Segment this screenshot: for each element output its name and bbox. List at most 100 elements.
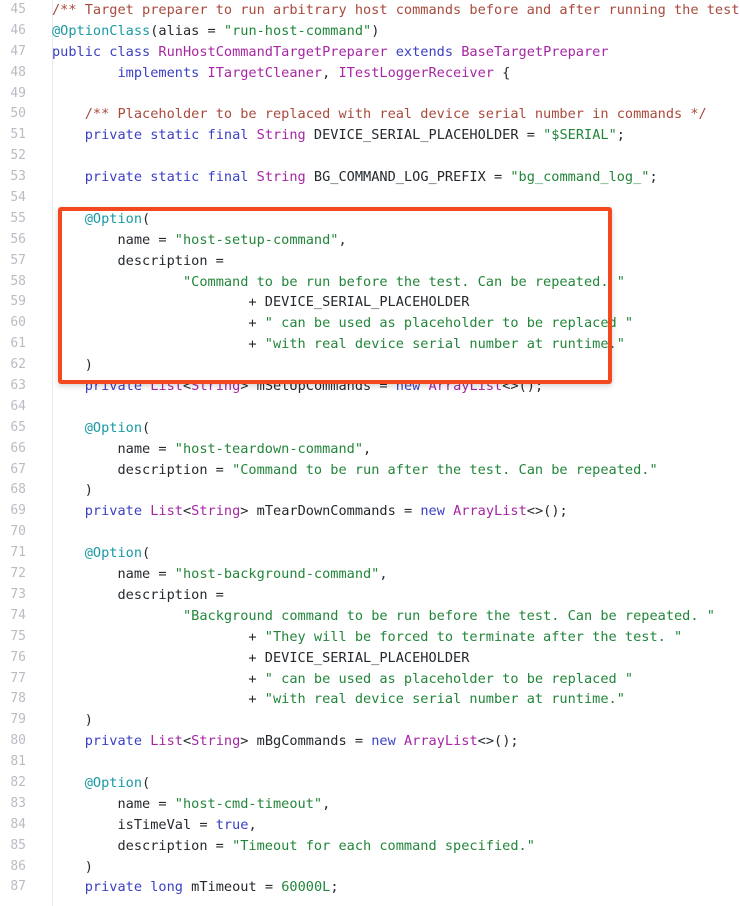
code-line[interactable]: 60 + " can be used as placeholder to be … bbox=[0, 313, 740, 334]
code-line[interactable]: 85 description = "Timeout for each comma… bbox=[0, 836, 740, 857]
code-line[interactable]: 59 + DEVICE_SERIAL_PLACEHOLDER bbox=[0, 292, 740, 313]
code-line[interactable]: 79 ) bbox=[0, 710, 740, 731]
token-pln: name = bbox=[52, 795, 175, 812]
code-line[interactable]: 61 + "with real device serial number at … bbox=[0, 334, 740, 355]
code-line[interactable]: 62 ) bbox=[0, 355, 740, 376]
code-line-text[interactable]: + "They will be forced to terminate afte… bbox=[36, 627, 740, 648]
token-pln: description = bbox=[52, 586, 224, 603]
token-com: /** Placeholder to be replaced with real… bbox=[84, 106, 707, 123]
token-str: "bg_command_log_" bbox=[510, 169, 650, 186]
line-number: 73 bbox=[10, 586, 26, 602]
code-line[interactable]: 82 @Option( bbox=[0, 773, 740, 794]
code-line-text[interactable]: isTimeVal = true, bbox=[36, 815, 740, 836]
code-line[interactable]: 64 bbox=[0, 397, 740, 418]
code-line-text[interactable]: ) bbox=[36, 857, 740, 878]
code-line-text[interactable]: description = bbox=[36, 251, 740, 272]
code-viewer[interactable]: 45 /** Target preparer to run arbitrary h… bbox=[0, 0, 740, 906]
code-line-text[interactable]: /** Target preparer to run arbitrary hos… bbox=[36, 0, 740, 21]
code-line-text[interactable]: name = "host-setup-command", bbox=[36, 230, 740, 251]
code-line-text[interactable]: private List<String> mSetUpCommands = ne… bbox=[36, 376, 740, 397]
code-line-text[interactable]: @Option( bbox=[36, 209, 740, 230]
code-line-text[interactable]: "Background command to be run before the… bbox=[36, 606, 740, 627]
code-line[interactable]: 51 private static final String DEVICE_SE… bbox=[0, 125, 740, 146]
token-pln bbox=[52, 775, 85, 791]
code-line[interactable]: 48 implements ITargetCleaner, ITestLogge… bbox=[0, 63, 740, 84]
code-line[interactable]: 45 /** Target preparer to run arbitrary h… bbox=[0, 0, 740, 21]
code-line[interactable]: 86 ) bbox=[0, 857, 740, 878]
code-line[interactable]: 57 description = bbox=[0, 251, 740, 272]
code-line[interactable]: 75 + "They will be forced to terminate a… bbox=[0, 627, 740, 648]
code-line[interactable]: 49 bbox=[0, 84, 740, 105]
code-line[interactable]: 68 ) bbox=[0, 480, 740, 501]
code-line[interactable]: 81 bbox=[0, 752, 740, 773]
code-line[interactable]: 67 description = "Command to be run afte… bbox=[0, 460, 740, 481]
token-pln: ( bbox=[142, 774, 151, 791]
code-line[interactable]: 54 bbox=[0, 188, 740, 209]
code-line-text[interactable]: implements ITargetCleaner, ITestLoggerRe… bbox=[36, 63, 740, 84]
code-line-text[interactable]: private static final String DEVICE_SERIA… bbox=[36, 125, 740, 146]
code-line-text[interactable]: ) bbox=[36, 480, 740, 501]
token-pln bbox=[396, 733, 404, 749]
code-line-text[interactable]: @Option( bbox=[36, 543, 740, 564]
code-line[interactable]: 50 /** Placeholder to be replaced with r… bbox=[0, 104, 740, 125]
code-line[interactable]: 78 + "with real device serial number at … bbox=[0, 689, 740, 710]
line-number: 77 bbox=[10, 670, 26, 686]
code-line-text[interactable]: + "with real device serial number at run… bbox=[36, 334, 740, 355]
code-line[interactable]: 84 isTimeVal = true, bbox=[0, 815, 740, 836]
code-line-text[interactable]: "Command to be run before the test. Can … bbox=[36, 272, 740, 293]
code-line[interactable]: 87 private long mTimeout = 60000L; bbox=[0, 877, 740, 898]
code-line[interactable]: 53 private static final String BG_COMMAN… bbox=[0, 167, 740, 188]
token-str: "run-host-command" bbox=[223, 22, 372, 39]
code-line[interactable]: 76 + DEVICE_SERIAL_PLACEHOLDER bbox=[0, 648, 740, 669]
code-line[interactable]: 52 bbox=[0, 146, 740, 167]
code-line[interactable]: 65 @Option( bbox=[0, 418, 740, 439]
code-line[interactable]: 71 @Option( bbox=[0, 543, 740, 564]
code-line-text[interactable]: @OptionClass(alias = "run-host-command") bbox=[36, 21, 740, 42]
code-line-text[interactable]: ) bbox=[36, 355, 740, 376]
token-pln bbox=[52, 545, 85, 561]
code-line-text[interactable]: private long mTimeout = 60000L; bbox=[36, 877, 740, 898]
code-line-text[interactable]: name = "host-teardown-command", bbox=[36, 439, 740, 460]
code-line-text[interactable]: name = "host-cmd-timeout", bbox=[36, 794, 740, 815]
code-line-text[interactable]: private List<String> mBgCommands = new A… bbox=[36, 731, 740, 752]
code-line-text[interactable]: description = bbox=[36, 585, 740, 606]
token-pln bbox=[52, 65, 117, 81]
code-line[interactable]: 69 private List<String> mTearDownCommand… bbox=[0, 501, 740, 522]
code-line[interactable]: 72 name = "host-background-command", bbox=[0, 564, 740, 585]
code-line[interactable]: 73 description = bbox=[0, 585, 740, 606]
line-number: 69 bbox=[10, 503, 26, 519]
code-line[interactable]: 47 public class RunHostCommandTargetPrepa… bbox=[0, 42, 740, 63]
code-line[interactable]: 80 private List<String> mBgCommands = ne… bbox=[0, 731, 740, 752]
code-line-text[interactable]: public class RunHostCommandTargetPrepare… bbox=[36, 42, 740, 63]
code-line[interactable]: 58 "Command to be run before the test. C… bbox=[0, 272, 740, 293]
code-line-text[interactable]: /** Placeholder to be replaced with real… bbox=[36, 104, 740, 125]
token-kw: new bbox=[371, 733, 396, 750]
code-line[interactable]: 77 + " can be used as placeholder to be … bbox=[0, 669, 740, 690]
code-line[interactable]: 70 bbox=[0, 522, 740, 543]
code-line-text[interactable]: description = "Command to be run after t… bbox=[36, 460, 740, 481]
code-line[interactable]: 55 @Option( bbox=[0, 209, 740, 230]
code-line-text[interactable]: @Option( bbox=[36, 418, 740, 439]
code-line[interactable]: 63 private List<String> mSetUpCommands =… bbox=[0, 376, 740, 397]
code-line-text[interactable]: + DEVICE_SERIAL_PLACEHOLDER bbox=[36, 648, 740, 669]
line-number: 63 bbox=[10, 378, 26, 394]
code-line-text[interactable]: ) bbox=[36, 710, 740, 731]
code-line[interactable]: 74 "Background command to be run before … bbox=[0, 606, 740, 627]
code-line-text[interactable]: + " can be used as placeholder to be rep… bbox=[36, 313, 740, 334]
token-pln: , bbox=[322, 795, 331, 812]
code-line[interactable]: 83 name = "host-cmd-timeout", bbox=[0, 794, 740, 815]
code-line[interactable]: 56 name = "host-setup-command", bbox=[0, 230, 740, 251]
code-lines-container[interactable]: 45 /** Target preparer to run arbitrary h… bbox=[0, 0, 740, 898]
line-number: 55 bbox=[10, 210, 26, 226]
code-line-text[interactable]: private List<String> mTearDownCommands =… bbox=[36, 501, 740, 522]
token-pln bbox=[199, 169, 207, 185]
code-line-text[interactable]: + DEVICE_SERIAL_PLACEHOLDER bbox=[36, 292, 740, 313]
code-line-text[interactable]: private static final String BG_COMMAND_L… bbox=[36, 167, 740, 188]
code-line[interactable]: 66 name = "host-teardown-command", bbox=[0, 439, 740, 460]
code-line-text[interactable]: description = "Timeout for each command … bbox=[36, 836, 740, 857]
code-line-text[interactable]: + " can be used as placeholder to be rep… bbox=[36, 669, 740, 690]
code-line-text[interactable]: @Option( bbox=[36, 773, 740, 794]
code-line-text[interactable]: name = "host-background-command", bbox=[36, 564, 740, 585]
code-line[interactable]: 46 @OptionClass(alias = "run-host-command… bbox=[0, 21, 740, 42]
code-line-text[interactable]: + "with real device serial number at run… bbox=[36, 689, 740, 710]
